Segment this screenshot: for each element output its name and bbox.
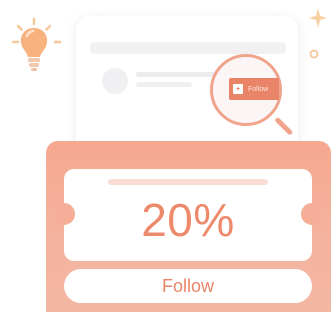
sparkle-icon [309,8,327,59]
light-bulb-icon [12,17,62,71]
follow-button-label: Follow [161,276,214,296]
follow-button[interactable]: Follow [64,269,312,303]
ticket-bar [108,179,268,185]
promo-illustration: + Follow 20% Follow [0,0,331,312]
skeleton-bar [90,42,286,54]
skeleton-avatar [102,68,128,94]
mini-follow-badge: + Follow [229,78,279,100]
skeleton-line [136,82,192,87]
plus-icon: + [233,84,243,94]
magnifier-icon: + Follow [210,54,282,126]
skeleton-line [136,72,216,77]
discount-value: 20% [141,194,235,246]
coupon-ticket: 20% [53,169,323,261]
coupon-panel: 20% Follow [46,141,331,312]
mini-follow-label: Follow [248,85,269,93]
